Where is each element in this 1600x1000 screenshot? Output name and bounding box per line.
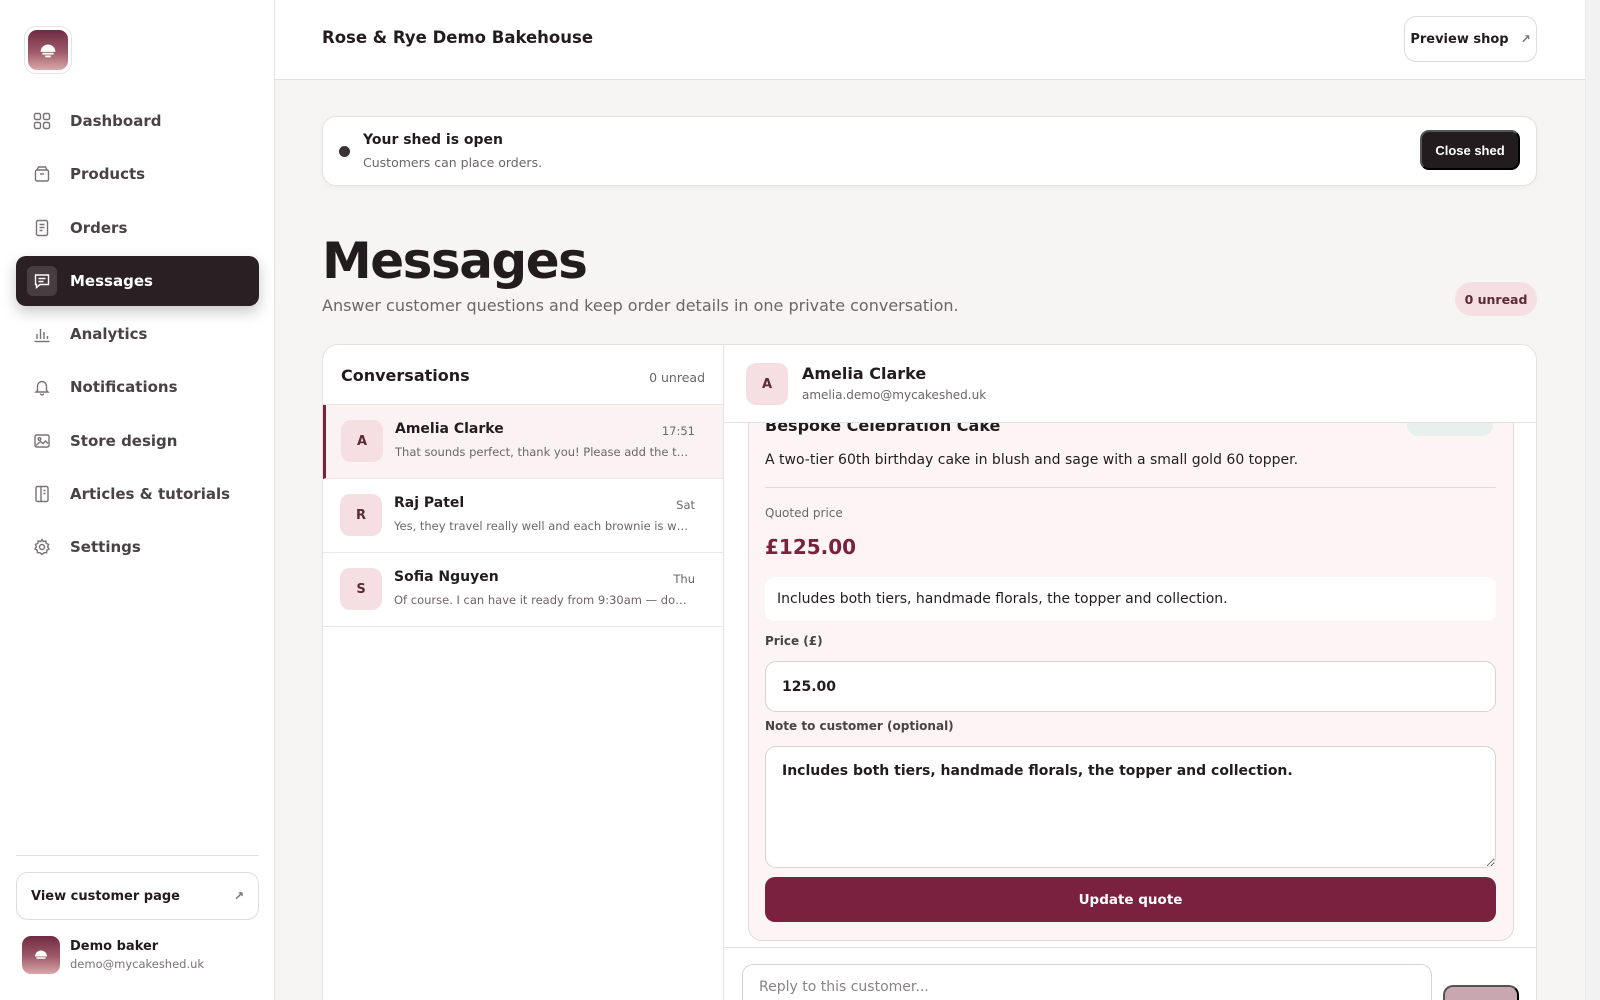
sidebar-item-articles[interactable]: Articles & tutorials	[16, 469, 259, 519]
page-title: Messages	[322, 232, 588, 290]
sidebar-item-orders[interactable]: Orders	[16, 203, 259, 253]
grid-icon	[32, 111, 52, 131]
avatar	[22, 936, 60, 974]
quoted-price: £125.00	[765, 535, 857, 559]
shed-status-banner: Your shed is open Customers can place or…	[322, 116, 1537, 186]
preview-shop-label: Preview shop	[1410, 31, 1509, 47]
unread-badge: 0 unread	[1455, 282, 1537, 316]
reply-bar	[724, 947, 1536, 1000]
sidebar-item-label: Articles & tutorials	[70, 485, 231, 504]
page-scrollbar[interactable]	[1585, 0, 1600, 1000]
user-email: demo@mycakeshed.uk	[70, 957, 205, 971]
image-icon	[32, 431, 52, 451]
conversation-name: Raj Patel	[394, 495, 465, 511]
sidebar-item-analytics[interactable]: Analytics	[16, 309, 259, 359]
sidebar-item-products[interactable]: Products	[16, 149, 259, 199]
conversation-list: Conversations 0 unread A Amelia Clarke 1…	[323, 345, 724, 1000]
receipt-icon	[32, 218, 52, 238]
conversation-list-header: Conversations 0 unread	[323, 345, 723, 405]
note-field-label: Note to customer (optional)	[765, 719, 954, 733]
update-quote-button[interactable]: Update quote	[765, 877, 1496, 922]
quote-card: Bespoke Celebration Cake A two-tier 60th…	[748, 395, 1514, 941]
sidebar-item-label: Products	[70, 165, 146, 184]
status-dot-icon	[339, 146, 350, 157]
sidebar-item-notifications[interactable]: Notifications	[16, 362, 259, 412]
logo[interactable]	[24, 26, 72, 74]
external-link-icon: ↗	[233, 889, 244, 903]
conversation-item[interactable]: S Sofia Nguyen Thu Of course. I can have…	[323, 553, 723, 627]
preview-shop-button[interactable]: Preview shop ↗	[1404, 16, 1537, 62]
avatar: A	[341, 420, 383, 462]
conversation-time: Sat	[676, 498, 695, 512]
shed-status-title: Your shed is open	[363, 132, 504, 148]
view-customer-page-label: View customer page	[31, 888, 180, 904]
sidebar: Dashboard Products Orders Messages Analy…	[0, 0, 275, 1000]
sidebar-item-label: Settings	[70, 538, 141, 557]
bar-chart-icon	[32, 324, 52, 344]
user-profile[interactable]: Demo baker demo@mycakeshed.uk	[22, 936, 204, 974]
cake-shed-logo-icon	[28, 30, 68, 70]
sidebar-item-label: Dashboard	[70, 112, 162, 130]
sidebar-item-label: Notifications	[70, 378, 178, 397]
page-subtitle: Answer customer questions and keep order…	[322, 296, 959, 315]
external-link-icon: ↗	[1520, 32, 1531, 46]
conversations-unread-count: 0 unread	[649, 370, 705, 385]
chat-icon	[27, 265, 57, 296]
gear-icon	[32, 537, 52, 557]
quote-divider	[765, 487, 1496, 488]
sidebar-item-messages[interactable]: Messages	[16, 255, 259, 306]
chat-customer-name: Amelia Clarke	[802, 364, 927, 383]
conversation-item[interactable]: R Raj Patel Sat Yes, they travel really …	[323, 479, 723, 553]
bell-icon	[32, 377, 52, 397]
avatar: R	[340, 494, 382, 536]
sidebar-nav: Dashboard Products Orders Messages Analy…	[16, 96, 259, 576]
reply-input[interactable]	[742, 964, 1432, 1000]
sidebar-item-label: Store design	[70, 431, 178, 450]
conversation-time: Thu	[673, 572, 695, 586]
sidebar-divider	[16, 855, 259, 856]
chat-header: A Amelia Clarke amelia.demo@mycakeshed.u…	[724, 345, 1536, 423]
chat-thread: A Amelia Clarke amelia.demo@mycakeshed.u…	[724, 345, 1536, 1000]
sidebar-item-store-design[interactable]: Store design	[16, 416, 259, 466]
chat-customer-email: amelia.demo@mycakeshed.uk	[802, 388, 987, 402]
price-field-label: Price (£)	[765, 634, 823, 648]
book-icon	[32, 484, 52, 504]
sidebar-item-settings[interactable]: Settings	[16, 522, 259, 572]
quote-description: A two-tier 60th birthday cake in blush a…	[765, 452, 1299, 468]
conversation-item[interactable]: A Amelia Clarke 17:51 That sounds perfec…	[323, 405, 723, 479]
sidebar-item-dashboard[interactable]: Dashboard	[16, 96, 259, 146]
conversation-name: Sofia Nguyen	[394, 569, 499, 585]
close-shed-button[interactable]: Close shed	[1420, 130, 1520, 170]
shed-status-subtitle: Customers can place orders.	[363, 155, 543, 170]
box-icon	[32, 164, 52, 184]
top-bar: Rose & Rye Demo Bakehouse Preview shop ↗	[275, 0, 1585, 80]
conversation-preview: Of course. I can have it ready from 9:30…	[394, 593, 692, 607]
store-name: Rose & Rye Demo Bakehouse	[322, 28, 594, 47]
sidebar-item-label: Messages	[70, 271, 153, 290]
conversation-preview: Yes, they travel really well and each br…	[394, 519, 692, 533]
avatar: A	[746, 363, 788, 405]
view-customer-page-link[interactable]: View customer page ↗	[16, 872, 259, 920]
avatar: S	[340, 568, 382, 610]
sidebar-item-label: Orders	[70, 218, 128, 237]
conversation-time: 17:51	[661, 424, 695, 438]
price-input[interactable]	[765, 661, 1496, 712]
sidebar-item-label: Analytics	[70, 325, 148, 344]
conversations-heading: Conversations	[341, 366, 470, 385]
note-textarea[interactable]: Includes both tiers, handmade florals, t…	[765, 746, 1496, 868]
quote-note: Includes both tiers, handmade florals, t…	[765, 577, 1496, 621]
send-button[interactable]	[1443, 985, 1519, 1000]
quoted-price-label: Quoted price	[765, 506, 843, 520]
conversation-name: Amelia Clarke	[395, 421, 504, 437]
messages-panel: Conversations 0 unread A Amelia Clarke 1…	[322, 344, 1537, 1000]
conversation-preview: That sounds perfect, thank you! Please a…	[395, 445, 693, 459]
user-name: Demo baker	[70, 939, 159, 954]
